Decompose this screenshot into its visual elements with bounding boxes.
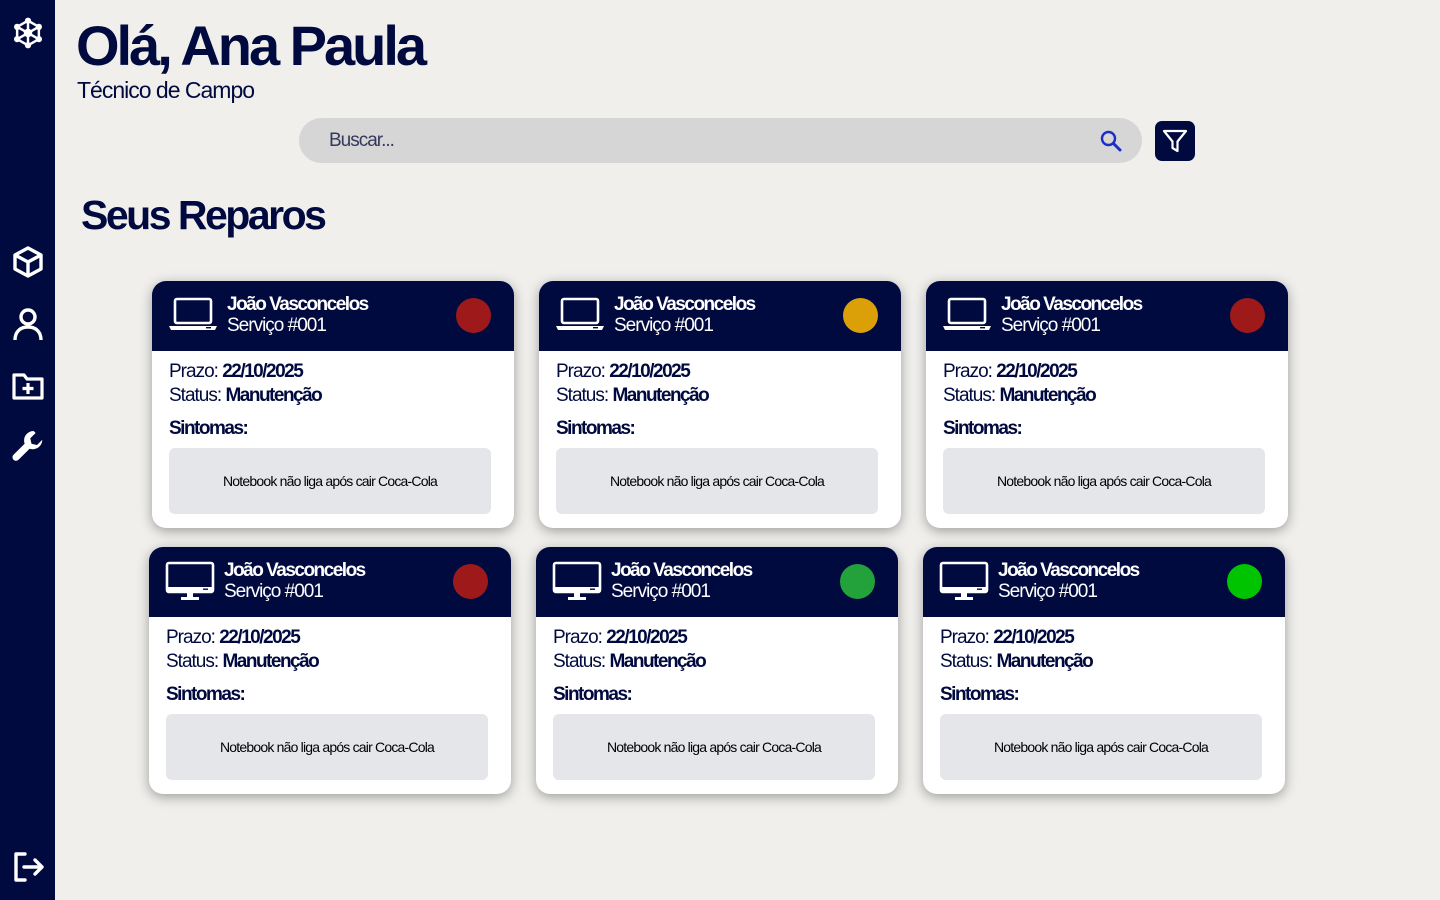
status-row: Status: Manutenção bbox=[940, 650, 1094, 674]
deadline-label: Prazo: bbox=[940, 627, 990, 648]
card-header: João Vasconcelos Serviço #001 bbox=[926, 281, 1288, 351]
symptoms-text: Notebook não liga após cair Coca-Cola bbox=[943, 448, 1265, 514]
status-row: Status: Manutenção bbox=[943, 384, 1097, 408]
client-name: João Vasconcelos bbox=[224, 560, 366, 581]
client-name: João Vasconcelos bbox=[611, 560, 753, 581]
client-name: João Vasconcelos bbox=[1001, 294, 1143, 315]
search-icon[interactable] bbox=[1099, 129, 1123, 153]
deadline-label: Prazo: bbox=[943, 361, 993, 382]
symptoms-label: Sintomas: bbox=[553, 684, 633, 705]
user-icon[interactable] bbox=[9, 305, 47, 343]
status-value: Manutenção bbox=[222, 651, 319, 672]
repair-card[interactable]: João Vasconcelos Serviço #001 Prazo: 22/10… bbox=[926, 281, 1288, 528]
status-indicator bbox=[456, 298, 491, 333]
symptoms-label: Sintomas: bbox=[169, 418, 249, 439]
sidebar bbox=[0, 0, 55, 900]
deadline-row: Prazo: 22/10/2025 bbox=[940, 626, 1075, 650]
status-label: Status: bbox=[166, 651, 219, 672]
status-indicator bbox=[840, 564, 875, 599]
status-label: Status: bbox=[940, 651, 993, 672]
deadline-label: Prazo: bbox=[169, 361, 219, 382]
service-id: Serviço #001 bbox=[611, 581, 711, 602]
search-bar bbox=[299, 118, 1142, 163]
client-name: João Vasconcelos bbox=[227, 294, 369, 315]
monitor-icon bbox=[939, 561, 989, 603]
card-header: João Vasconcelos Serviço #001 bbox=[539, 281, 901, 351]
symptoms-label: Sintomas: bbox=[940, 684, 1020, 705]
network-logo-icon[interactable] bbox=[9, 14, 47, 52]
greeting-title: Olá, Ana Paula bbox=[76, 14, 427, 77]
status-label: Status: bbox=[943, 385, 996, 406]
repair-card[interactable]: João Vasconcelos Serviço #001 Prazo: 22/10… bbox=[152, 281, 514, 528]
filter-icon bbox=[1162, 129, 1188, 153]
status-label: Status: bbox=[556, 385, 609, 406]
symptoms-label: Sintomas: bbox=[166, 684, 246, 705]
repair-card[interactable]: João Vasconcelos Serviço #001 Prazo: 22/10… bbox=[536, 547, 898, 794]
deadline-row: Prazo: 22/10/2025 bbox=[943, 360, 1078, 384]
status-indicator bbox=[843, 298, 878, 333]
symptoms-text: Notebook não liga após cair Coca-Cola bbox=[169, 448, 491, 514]
symptoms-text: Notebook não liga após cair Coca-Cola bbox=[166, 714, 488, 780]
deadline-label: Prazo: bbox=[166, 627, 216, 648]
status-value: Manutenção bbox=[612, 385, 709, 406]
deadline-value: 22/10/2025 bbox=[996, 361, 1078, 382]
service-id: Serviço #001 bbox=[998, 581, 1098, 602]
filter-button[interactable] bbox=[1155, 121, 1195, 161]
section-title: Seus Reparos bbox=[81, 192, 327, 238]
status-row: Status: Manutenção bbox=[169, 384, 323, 408]
symptoms-label: Sintomas: bbox=[943, 418, 1023, 439]
service-id: Serviço #001 bbox=[224, 581, 324, 602]
deadline-row: Prazo: 22/10/2025 bbox=[169, 360, 304, 384]
status-indicator bbox=[1227, 564, 1262, 599]
client-name: João Vasconcelos bbox=[614, 294, 756, 315]
laptop-icon bbox=[168, 295, 218, 337]
cube-icon[interactable] bbox=[9, 243, 47, 281]
service-id: Serviço #001 bbox=[614, 315, 714, 336]
status-value: Manutenção bbox=[999, 385, 1096, 406]
deadline-value: 22/10/2025 bbox=[609, 361, 691, 382]
symptoms-text: Notebook não liga após cair Coca-Cola bbox=[556, 448, 878, 514]
symptoms-label: Sintomas: bbox=[556, 418, 636, 439]
status-label: Status: bbox=[169, 385, 222, 406]
card-header: João Vasconcelos Serviço #001 bbox=[149, 547, 511, 617]
deadline-label: Prazo: bbox=[556, 361, 606, 382]
card-header: João Vasconcelos Serviço #001 bbox=[152, 281, 514, 351]
repair-card[interactable]: João Vasconcelos Serviço #001 Prazo: 22/10… bbox=[149, 547, 511, 794]
status-value: Manutenção bbox=[996, 651, 1093, 672]
status-row: Status: Manutenção bbox=[166, 650, 320, 674]
status-value: Manutenção bbox=[609, 651, 706, 672]
deadline-row: Prazo: 22/10/2025 bbox=[556, 360, 691, 384]
symptoms-text: Notebook não liga após cair Coca-Cola bbox=[940, 714, 1262, 780]
status-indicator bbox=[1230, 298, 1265, 333]
search-input[interactable] bbox=[329, 118, 1089, 163]
deadline-row: Prazo: 22/10/2025 bbox=[166, 626, 301, 650]
user-role: Técnico de Campo bbox=[77, 77, 255, 103]
deadline-label: Prazo: bbox=[553, 627, 603, 648]
deadline-value: 22/10/2025 bbox=[606, 627, 688, 648]
client-name: João Vasconcelos bbox=[998, 560, 1140, 581]
service-id: Serviço #001 bbox=[1001, 315, 1101, 336]
repair-card[interactable]: João Vasconcelos Serviço #001 Prazo: 22/10… bbox=[923, 547, 1285, 794]
status-label: Status: bbox=[553, 651, 606, 672]
wrench-icon[interactable] bbox=[9, 427, 47, 465]
laptop-icon bbox=[555, 295, 605, 337]
deadline-value: 22/10/2025 bbox=[219, 627, 301, 648]
deadline-value: 22/10/2025 bbox=[222, 361, 304, 382]
folder-add-icon[interactable] bbox=[9, 367, 47, 405]
deadline-row: Prazo: 22/10/2025 bbox=[553, 626, 688, 650]
monitor-icon bbox=[165, 561, 215, 603]
card-header: João Vasconcelos Serviço #001 bbox=[923, 547, 1285, 617]
deadline-value: 22/10/2025 bbox=[993, 627, 1075, 648]
monitor-icon bbox=[552, 561, 602, 603]
laptop-icon bbox=[942, 295, 992, 337]
card-header: João Vasconcelos Serviço #001 bbox=[536, 547, 898, 617]
logout-icon[interactable] bbox=[10, 848, 48, 886]
status-row: Status: Manutenção bbox=[556, 384, 710, 408]
status-indicator bbox=[453, 564, 488, 599]
symptoms-text: Notebook não liga após cair Coca-Cola bbox=[553, 714, 875, 780]
status-row: Status: Manutenção bbox=[553, 650, 707, 674]
service-id: Serviço #001 bbox=[227, 315, 327, 336]
status-value: Manutenção bbox=[225, 385, 322, 406]
repair-card[interactable]: João Vasconcelos Serviço #001 Prazo: 22/10… bbox=[539, 281, 901, 528]
